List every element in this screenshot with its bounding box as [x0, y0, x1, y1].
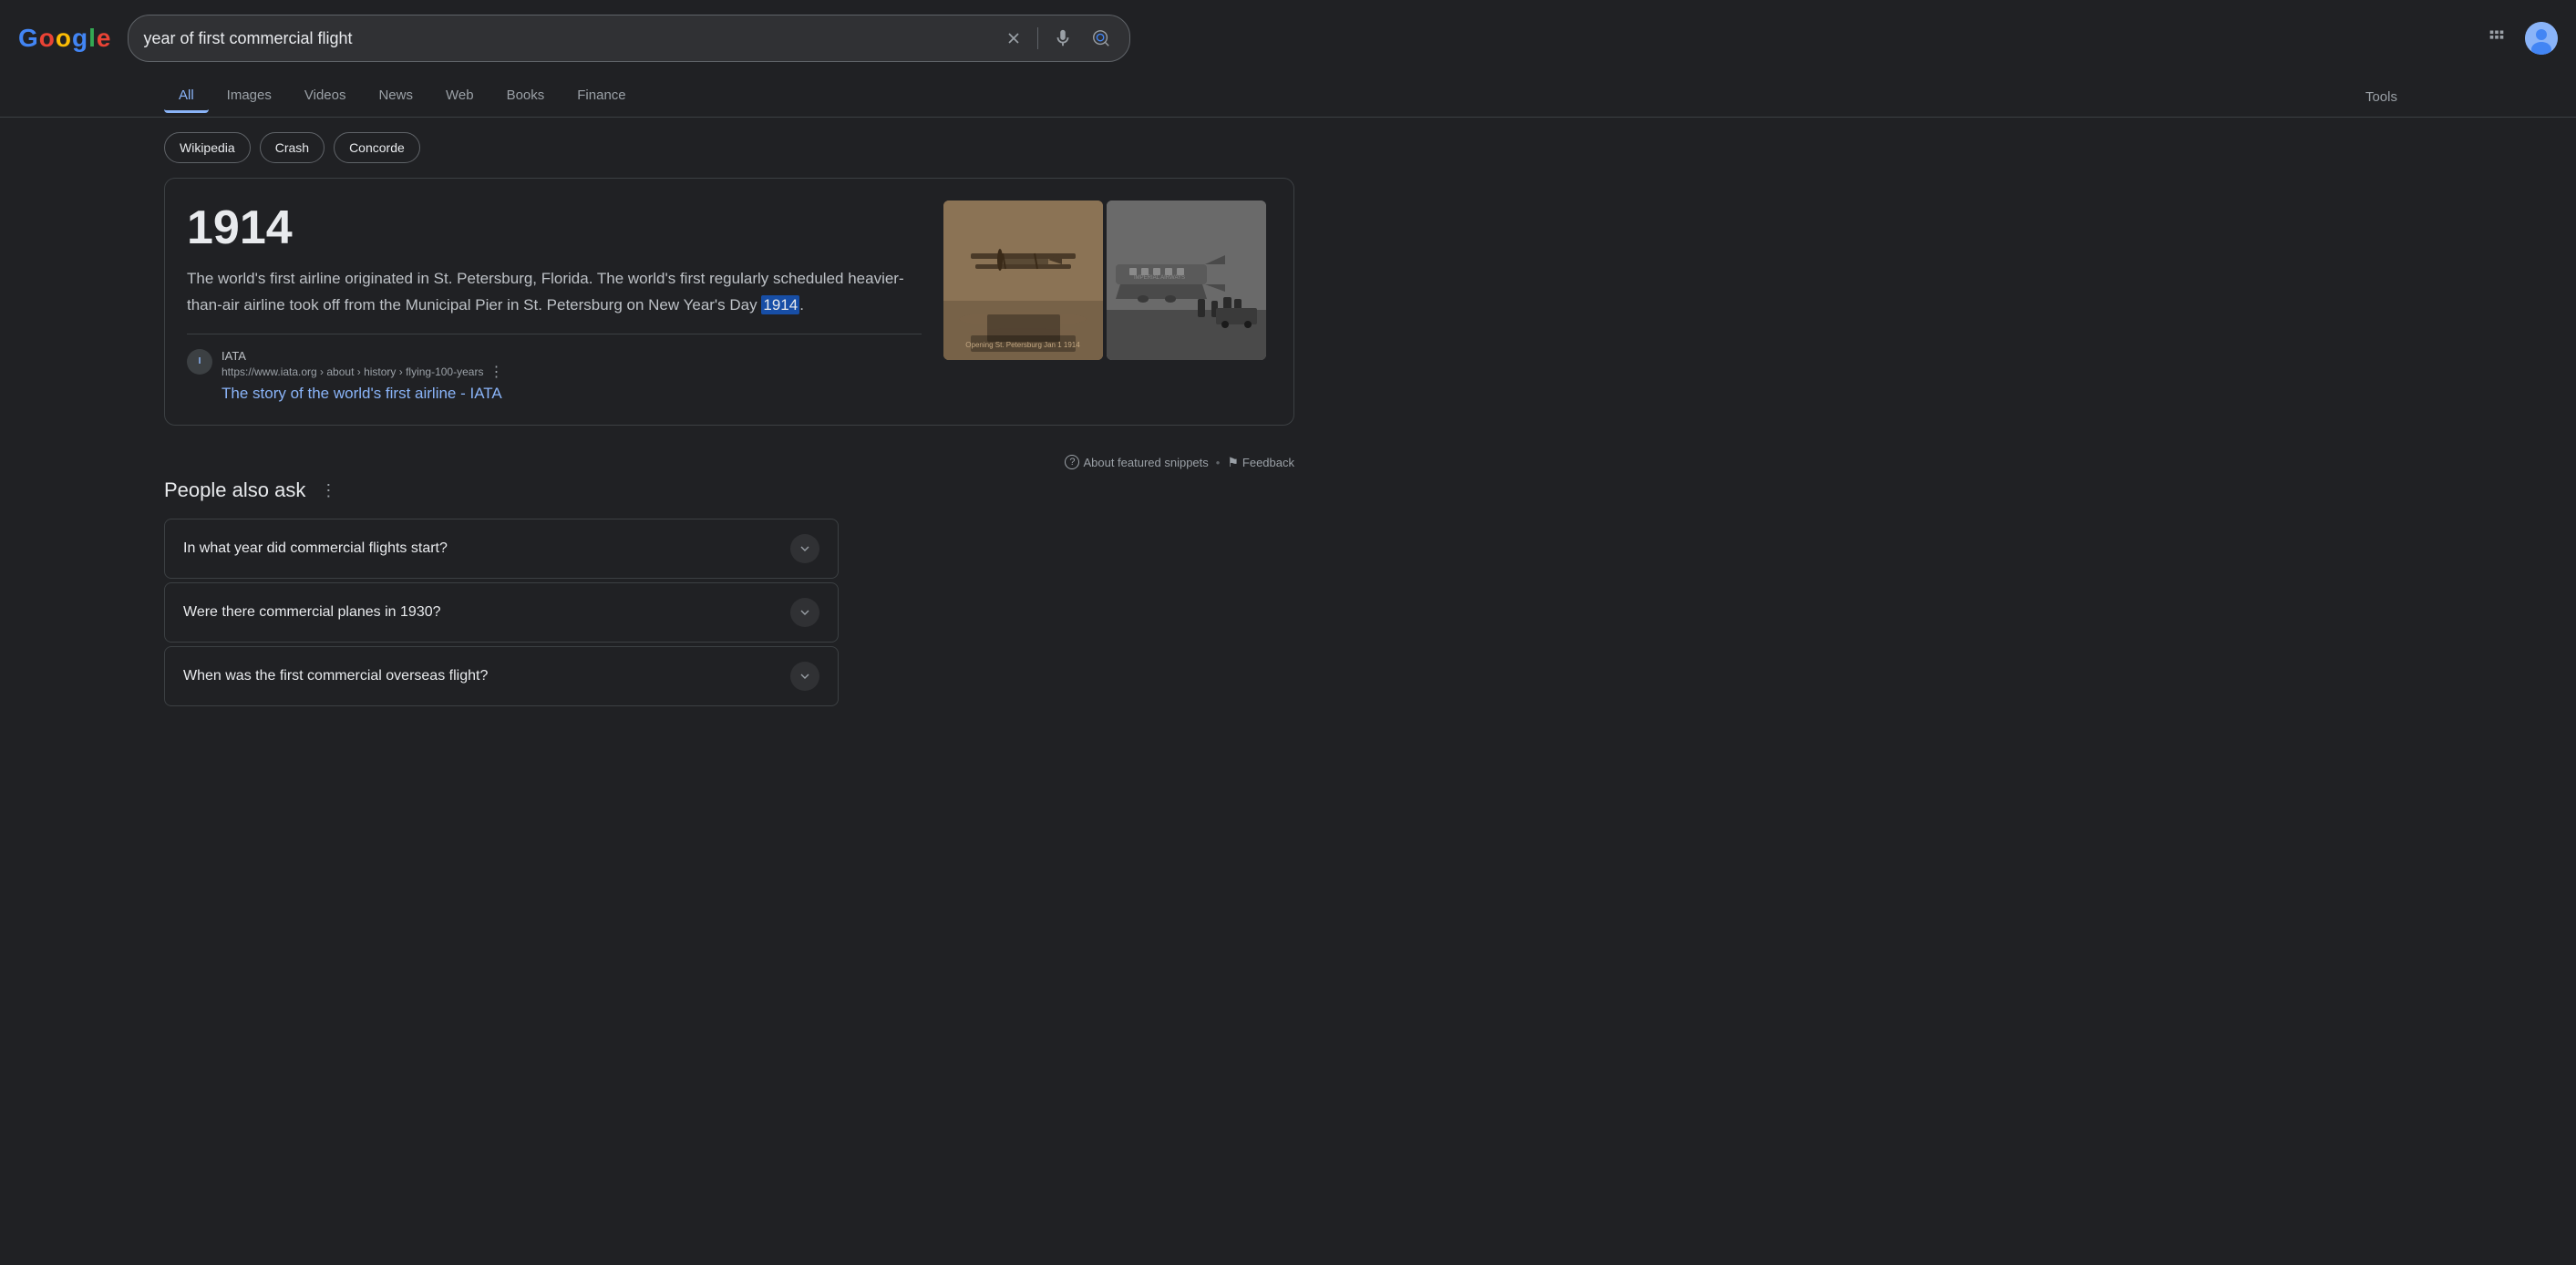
source-more-button[interactable]: ⋮: [487, 363, 505, 381]
search-icons: [1001, 25, 1115, 52]
search-bar-wrapper: year of first commercial flight: [128, 15, 1130, 62]
nav-item-videos[interactable]: Videos: [290, 80, 361, 113]
logo-o1: o: [39, 24, 54, 53]
svg-text:IMPERIAL AIRWAYS: IMPERIAL AIRWAYS: [1134, 275, 1185, 281]
nav-item-all[interactable]: All: [164, 80, 209, 113]
svg-text:Opening St. Petersburg Jan 1 1: Opening St. Petersburg Jan 1 1914: [965, 341, 1080, 349]
main-content: 1914 The world's first airline originate…: [0, 178, 1458, 706]
lens-search-button[interactable]: [1087, 25, 1115, 52]
paa-question-1: In what year did commercial flights star…: [183, 540, 448, 557]
source-url: https://www.iata.org › about › history ›…: [222, 363, 505, 381]
snippet-image-right[interactable]: IMPERIAL AIRWAYS: [1107, 201, 1266, 360]
snippet-images: Opening St. Petersburg Jan 1 1914: [943, 201, 1272, 403]
snippet-year: 1914: [187, 201, 922, 255]
nav-item-finance[interactable]: Finance: [562, 80, 640, 113]
question-circle-icon: ?: [1065, 455, 1079, 469]
header: G o o g l e year of first commercial fli…: [0, 0, 2576, 77]
paa-item-3[interactable]: When was the first commercial overseas f…: [164, 646, 839, 706]
logo-g: G: [18, 24, 37, 53]
nav-item-news[interactable]: News: [364, 80, 428, 113]
snippet-highlighted-year: 1914: [761, 295, 799, 314]
nav-item-images[interactable]: Images: [212, 80, 286, 113]
pill-crash[interactable]: Crash: [260, 132, 325, 163]
about-snippets-link[interactable]: ? About featured snippets: [1065, 455, 1208, 469]
paa-question-2: Were there commercial planes in 1930?: [183, 604, 441, 621]
footer-dot: •: [1216, 456, 1221, 469]
source-favicon: I: [187, 349, 212, 375]
pill-concorde[interactable]: Concorde: [334, 132, 420, 163]
snippet-image-left[interactable]: Opening St. Petersburg Jan 1 1914: [943, 201, 1103, 360]
logo-l: l: [88, 24, 95, 53]
feedback-link[interactable]: ⚑ Feedback: [1227, 455, 1294, 470]
source-link[interactable]: The story of the world's first airline -…: [222, 385, 505, 403]
nav-bar: All Images Videos News Web Books Finance…: [0, 77, 2576, 118]
search-input[interactable]: year of first commercial flight: [143, 29, 1001, 48]
paa-header: People also ask ⋮: [164, 478, 1294, 504]
snippet-source: I IATA https://www.iata.org › about › hi…: [187, 334, 922, 403]
paa-more-button[interactable]: ⋮: [313, 478, 344, 504]
source-name: IATA: [222, 349, 505, 363]
snippet-description: The world's first airline originated in …: [187, 266, 922, 319]
paa-item-1[interactable]: In what year did commercial flights star…: [164, 519, 839, 579]
icon-divider: [1037, 27, 1038, 49]
people-also-ask-section: People also ask ⋮ In what year did comme…: [164, 478, 1294, 706]
tools-button[interactable]: Tools: [2351, 82, 2412, 112]
nav-item-web[interactable]: Web: [431, 80, 489, 113]
voice-search-button[interactable]: [1049, 25, 1077, 52]
apps-button[interactable]: [2483, 22, 2510, 55]
clear-button[interactable]: [1001, 26, 1026, 51]
pills-bar: Wikipedia Crash Concorde: [0, 118, 2576, 178]
logo-o2: o: [56, 24, 70, 53]
paa-item-2[interactable]: Were there commercial planes in 1930?: [164, 582, 839, 643]
logo-g2: g: [72, 24, 87, 53]
header-right: [2483, 22, 2558, 55]
avatar[interactable]: [2525, 22, 2558, 55]
paa-chevron-2: [790, 598, 819, 627]
snippet-text-area: 1914 The world's first airline originate…: [187, 201, 922, 403]
paa-title: People also ask: [164, 478, 305, 502]
search-container: year of first commercial flight: [128, 15, 1130, 62]
paa-chevron-1: [790, 534, 819, 563]
snippet-footer: ? About featured snippets • ⚑ Feedback: [164, 447, 1294, 478]
flag-icon: ⚑: [1227, 455, 1239, 470]
paa-chevron-3: [790, 662, 819, 691]
featured-snippet: 1914 The world's first airline originate…: [164, 178, 1294, 426]
nav-item-books[interactable]: Books: [492, 80, 560, 113]
paa-question-3: When was the first commercial overseas f…: [183, 668, 488, 684]
logo-e: e: [97, 24, 110, 53]
pill-wikipedia[interactable]: Wikipedia: [164, 132, 251, 163]
source-info: IATA https://www.iata.org › about › hist…: [222, 349, 505, 403]
google-logo[interactable]: G o o g l e: [18, 24, 109, 53]
